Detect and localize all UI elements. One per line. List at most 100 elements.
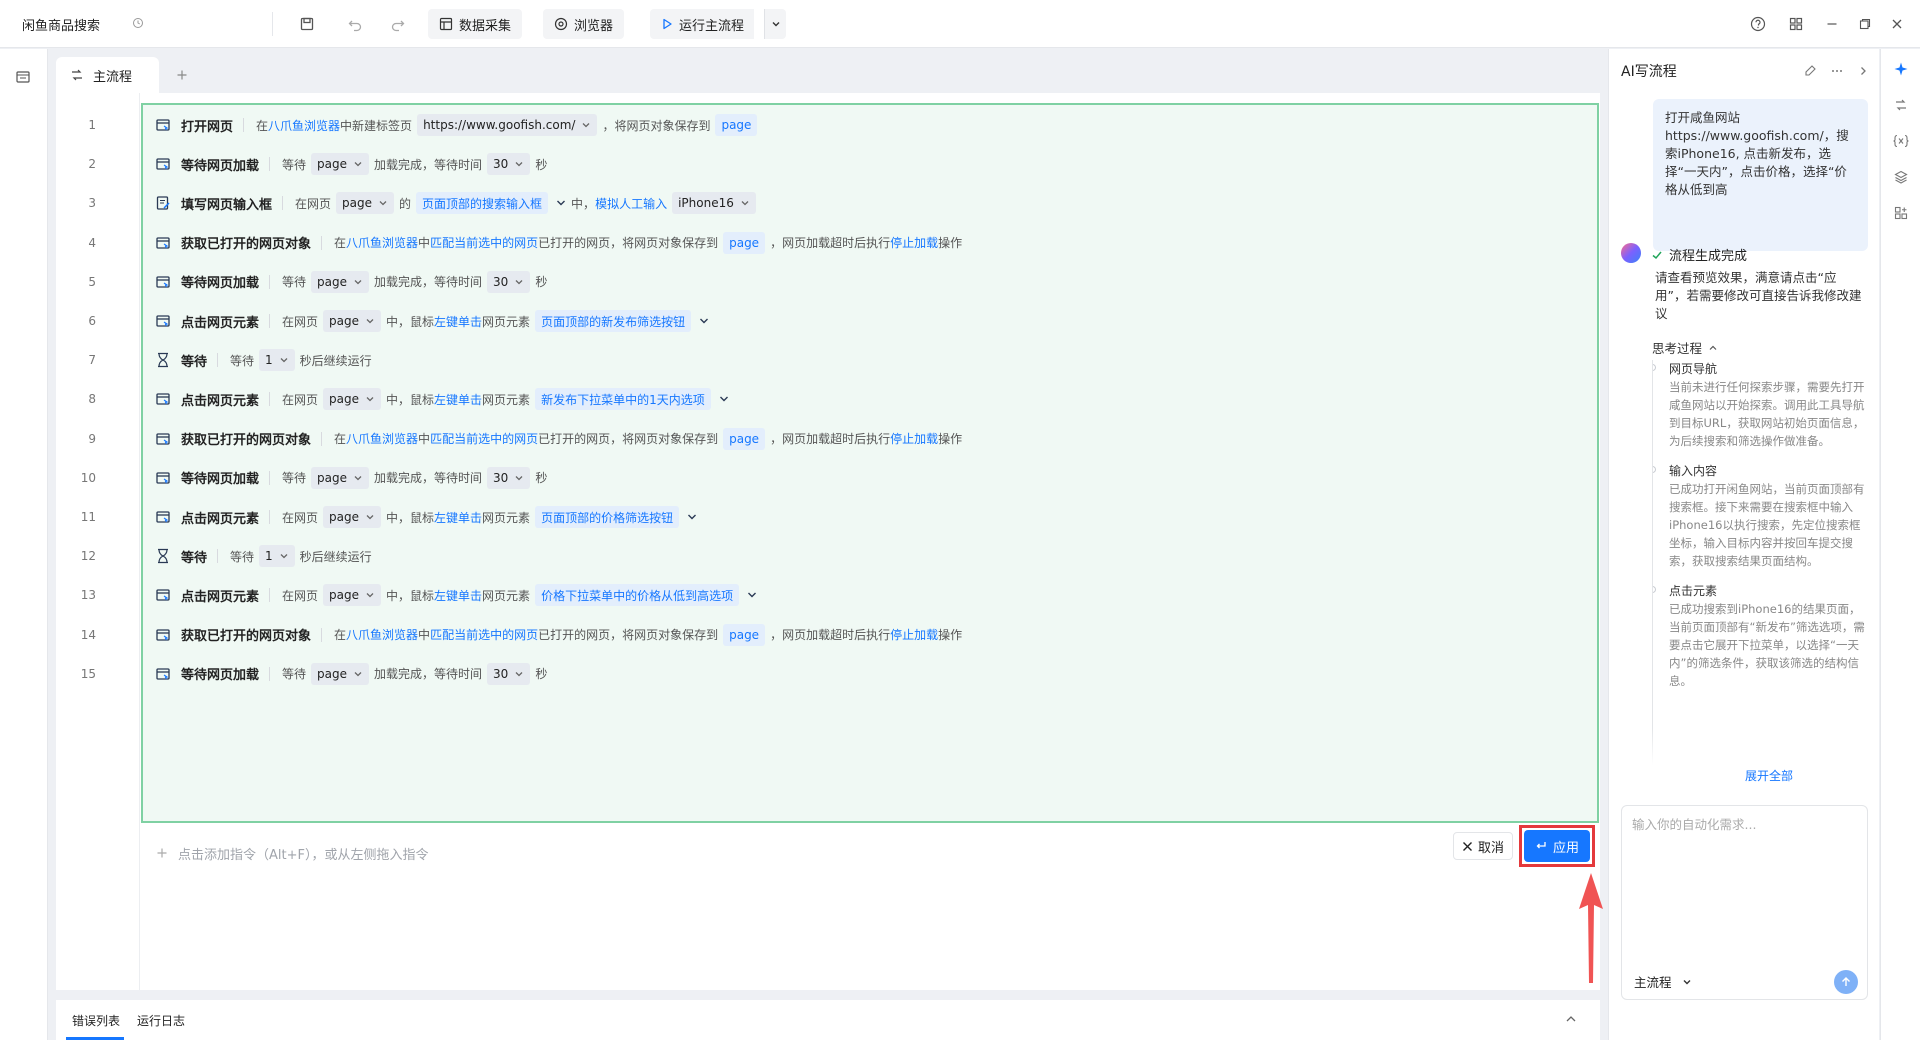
more-icon[interactable] [1829,63,1845,79]
param-select[interactable]: page [323,388,382,411]
run-main-button[interactable]: 运行主流程 [650,9,755,39]
step-text: 的 [399,196,412,211]
option-link[interactable]: 左键单击 [434,313,482,330]
redo-icon[interactable] [388,14,408,34]
param-select[interactable]: iPhone16 [672,192,756,215]
element-select[interactable]: 价格下拉菜单中的价格从低到高选项 [535,584,740,607]
element-select[interactable]: 页面顶部的价格筛选按钮 [535,506,680,528]
top-bar: 闲鱼商品搜索 数据采集 浏览器 运行主流程 [0,0,1920,48]
step-divider [321,627,323,642]
option-link[interactable]: 八爪鱼浏览器 [346,626,418,643]
ai-request-input[interactable] [1632,814,1858,944]
browser-button[interactable]: 浏览器 [543,9,625,39]
restore-icon[interactable] [1855,14,1875,34]
step-text: 已打开的网页，将网页对象保存到 [538,432,719,447]
step-title: 等待网页加载 [181,276,260,292]
undo-icon[interactable] [345,14,365,34]
param-select[interactable]: page [323,310,382,332]
param-select[interactable]: page [311,153,370,176]
param-select[interactable]: page [323,584,382,607]
param-select[interactable]: 1 [259,349,295,372]
element-select[interactable]: page [723,427,766,450]
element-dropdown[interactable] [555,197,567,209]
flow-step-row[interactable]: 15 等待网页加载 等待 page 加载完成，等待时间 30 秒 [56,650,1600,698]
element-dropdown[interactable] [698,315,710,327]
thinking-toggle[interactable]: 思考过程 [1652,338,1718,357]
element-dropdown[interactable] [746,589,758,601]
variable-icon[interactable] [1893,133,1909,149]
chevron-up-icon[interactable] [1564,1012,1578,1026]
param-select[interactable]: 30 [487,270,531,293]
element-select[interactable]: 页面顶部的搜索输入框 [416,192,549,215]
element-select[interactable]: 页面顶部的新发布筛选按钮 [535,310,692,332]
option-link[interactable]: 匹配当前选中的网页 [430,234,538,251]
flow-icon[interactable] [1893,97,1909,113]
element-select[interactable]: page [723,231,766,254]
tab-error-list[interactable]: 错误列表 [72,1012,120,1029]
step-text: 中 [418,628,431,643]
chevron-down-icon [719,396,728,402]
option-link[interactable]: 左键单击 [434,509,482,526]
option-link[interactable]: 八爪鱼浏览器 [346,234,418,251]
param-select[interactable]: page [323,506,382,528]
param-select[interactable]: 30 [487,153,531,176]
param-value: 1 [265,549,273,564]
apply-button[interactable]: 应用 [1524,830,1590,862]
step-text: 加载完成，等待时间 [374,471,483,486]
element-select[interactable]: 新发布下拉菜单中的1天内选项 [535,388,711,411]
clear-icon[interactable] [1802,63,1818,79]
layers-icon[interactable] [1893,169,1909,185]
chevron-down-icon [557,200,566,206]
hourglass-icon [154,351,172,369]
help-icon[interactable] [1748,14,1768,34]
step-divider [269,588,271,603]
run-options-dropdown[interactable] [764,9,786,39]
add-command[interactable]: 点击添加指令（Alt+F），或从左侧拖入指令 [156,843,428,863]
option-link[interactable]: 八爪鱼浏览器 [346,430,418,447]
ai-sparkle-icon[interactable] [1893,61,1909,77]
element-dropdown[interactable] [718,393,730,405]
param-select[interactable]: 30 [487,662,531,685]
run-main-label: 运行主流程 [679,18,745,34]
option-link[interactable]: 模拟人工输入 [595,195,667,212]
tab-main-flow[interactable]: 主流程 [56,57,159,93]
close-icon[interactable] [1887,14,1907,34]
param-select[interactable]: page [311,270,370,293]
option-link[interactable]: 左键单击 [434,587,482,604]
option-link[interactable]: 停止加载 [890,626,938,643]
send-button[interactable] [1834,970,1858,994]
step-title: 等待网页加载 [181,668,260,684]
param-select[interactable]: page [311,466,370,489]
param-value: iPhone16 [678,196,734,211]
option-link[interactable]: 停止加载 [890,430,938,447]
history-icon[interactable] [132,17,144,29]
param-select[interactable]: page [336,192,395,215]
add-tab-icon[interactable] [172,65,192,85]
param-select[interactable]: 1 [259,545,295,568]
option-link[interactable]: 左键单击 [434,391,482,408]
option-link[interactable]: 停止加载 [890,234,938,251]
step-title: 等待 [181,550,208,566]
param-select[interactable]: page [311,662,370,685]
expand-all-link[interactable]: 展开全部 [1709,767,1829,784]
grid-icon[interactable] [1786,14,1806,34]
cancel-button[interactable]: 取消 [1453,832,1513,860]
command-panel-icon[interactable] [15,69,31,85]
option-link[interactable]: 匹配当前选中的网页 [430,626,538,643]
element-dropdown[interactable] [686,511,698,523]
option-link[interactable]: 八爪鱼浏览器 [268,117,340,134]
save-icon[interactable] [297,14,317,34]
tab-run-log[interactable]: 运行日志 [137,1012,185,1029]
param-select[interactable]: https://www.goofish.com/ [417,114,598,136]
chevron-right-icon[interactable] [1855,63,1871,79]
chevron-down-icon [366,593,374,598]
components-icon[interactable] [1893,205,1909,221]
param-select[interactable]: 30 [487,466,531,489]
option-link[interactable]: 匹配当前选中的网页 [430,430,538,447]
data-collect-button[interactable]: 数据采集 [428,9,523,39]
element-select[interactable]: page [723,623,766,646]
element-select[interactable]: page [715,114,758,136]
minimize-icon[interactable] [1822,14,1842,34]
flow-select-dropdown[interactable]: 主流程 [1634,972,1692,991]
step-text: ，将网页对象保存到 [602,118,711,133]
